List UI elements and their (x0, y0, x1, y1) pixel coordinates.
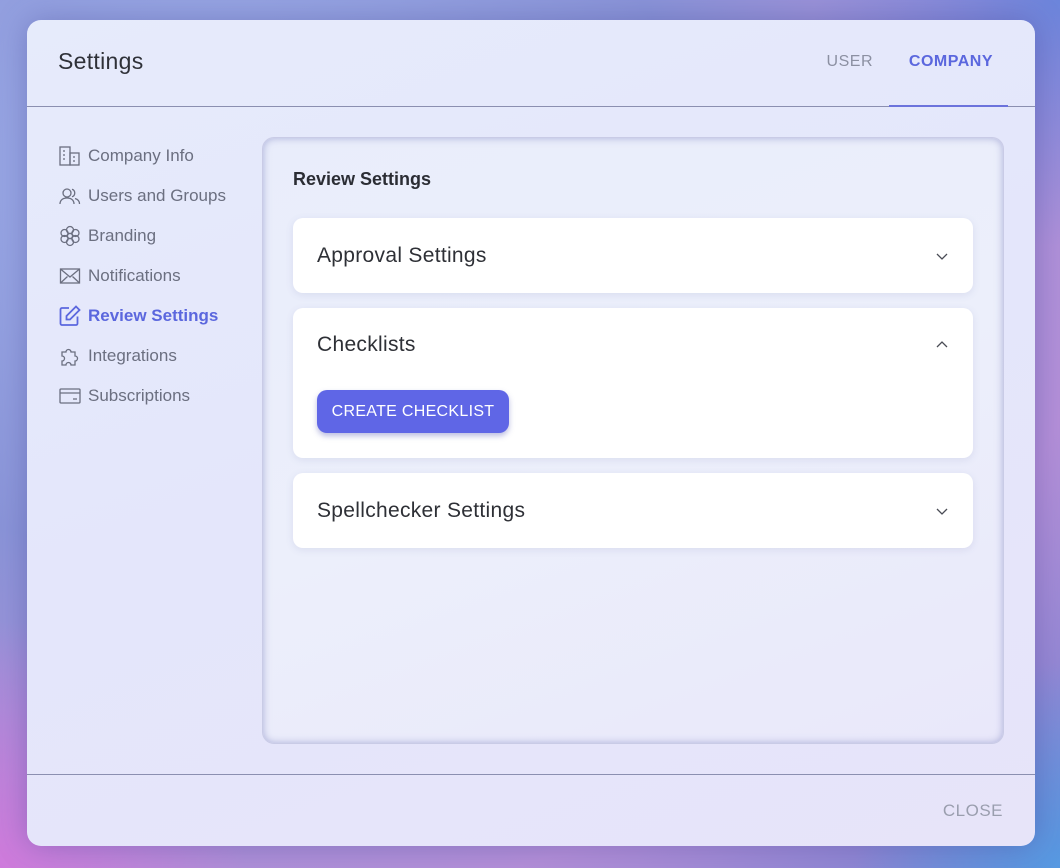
sidebar-item-label: Integrations (88, 346, 177, 365)
dialog-title: Settings (58, 48, 144, 74)
create-checklist-button[interactable]: CREATE CHECKLIST (317, 390, 509, 433)
review-settings-panel: Review Settings Approval Settings Checkl… (262, 137, 1004, 744)
sidebar-item-label: Company Info (88, 146, 194, 165)
edit-icon (58, 304, 82, 328)
settings-dialog: Settings USER COMPANY Company Info Users… (27, 20, 1035, 846)
chevron-down-icon (935, 504, 949, 518)
panel-title: Review Settings (293, 169, 432, 189)
chevron-up-icon (935, 338, 949, 352)
approval-settings-section: Approval Settings (293, 218, 973, 293)
sidebar-item-integrations[interactable]: Integrations (58, 336, 258, 376)
sidebar-item-label: Subscriptions (88, 386, 191, 405)
sidebar-item-subscriptions[interactable]: Subscriptions (58, 376, 258, 416)
section-title: Checklists (317, 332, 416, 356)
sidebar-item-company-info[interactable]: Company Info (58, 136, 258, 176)
sidebar-item-review-settings[interactable]: Review Settings (58, 296, 258, 336)
sidebar-item-branding[interactable]: Branding (58, 216, 258, 256)
sidebar-item-label: Users and Groups (88, 186, 226, 205)
sidebar-item-label: Review Settings (88, 306, 219, 325)
tab-user[interactable]: USER (827, 53, 873, 71)
sidebar-item-users-and-groups[interactable]: Users and Groups (58, 176, 258, 216)
checklists-header[interactable]: Checklists (293, 308, 973, 381)
chevron-down-icon (935, 249, 949, 263)
spellchecker-settings-section: Spellchecker Settings (293, 473, 973, 548)
spellchecker-settings-header[interactable]: Spellchecker Settings (293, 473, 973, 548)
sidebar-item-label: Notifications (88, 266, 181, 285)
checklists-section: Checklists CREATE CHECKLIST (293, 308, 973, 458)
active-tab-indicator (889, 105, 1008, 107)
building-icon (58, 144, 82, 168)
card-icon (58, 384, 82, 408)
puzzle-icon (58, 344, 82, 368)
envelope-icon (58, 264, 82, 288)
approval-settings-header[interactable]: Approval Settings (293, 218, 973, 293)
tab-company[interactable]: COMPANY (909, 53, 993, 71)
dialog-footer: CLOSE (27, 774, 1035, 846)
settings-sidebar: Company Info Users and Groups Branding N… (58, 136, 258, 416)
sidebar-item-notifications[interactable]: Notifications (58, 256, 258, 296)
section-title: Spellchecker Settings (317, 498, 526, 522)
dialog-header: Settings USER COMPANY (27, 20, 1035, 107)
sidebar-item-label: Branding (88, 226, 157, 245)
flower-icon (58, 224, 82, 248)
section-title: Approval Settings (317, 243, 487, 267)
users-icon (58, 184, 82, 208)
close-button[interactable]: CLOSE (943, 801, 1003, 821)
